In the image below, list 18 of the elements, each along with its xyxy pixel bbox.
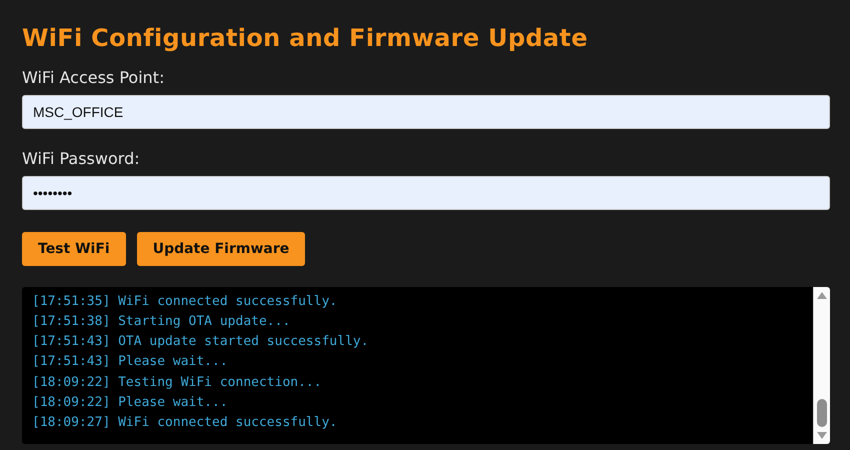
scroll-down-icon[interactable] — [817, 432, 827, 440]
log-line: [17:51:43] OTA update started successfully. — [32, 333, 369, 352]
scrollbar[interactable] — [813, 286, 830, 444]
input-field[interactable]: MSC_OFFICE — [22, 95, 830, 129]
field-label: WiFi Password: — [22, 148, 141, 169]
log-line: [18:09:27] WiFi connected successfully. — [32, 414, 338, 432]
page-title: WiFi Configuration and Firmware Update — [22, 23, 589, 54]
input-field[interactable]: •••••••• — [22, 176, 830, 210]
action-button[interactable]: Test WiFi — [22, 232, 126, 266]
log-line: [17:51:35] WiFi connected successfully. — [32, 292, 338, 311]
action-button[interactable]: Update Firmware — [136, 232, 306, 266]
log-line: [17:51:38] Starting OTA update... — [32, 312, 290, 331]
field-label: WiFi Access Point: — [22, 68, 166, 88]
log-line: [17:51:43] Please wait... — [32, 353, 228, 372]
scroll-up-icon[interactable] — [817, 292, 827, 299]
log-line: [18:09:22] Testing WiFi connection... — [32, 374, 322, 392]
scroll-thumb[interactable] — [817, 398, 827, 427]
log-line: [18:09:22] Please wait... — [32, 394, 228, 412]
